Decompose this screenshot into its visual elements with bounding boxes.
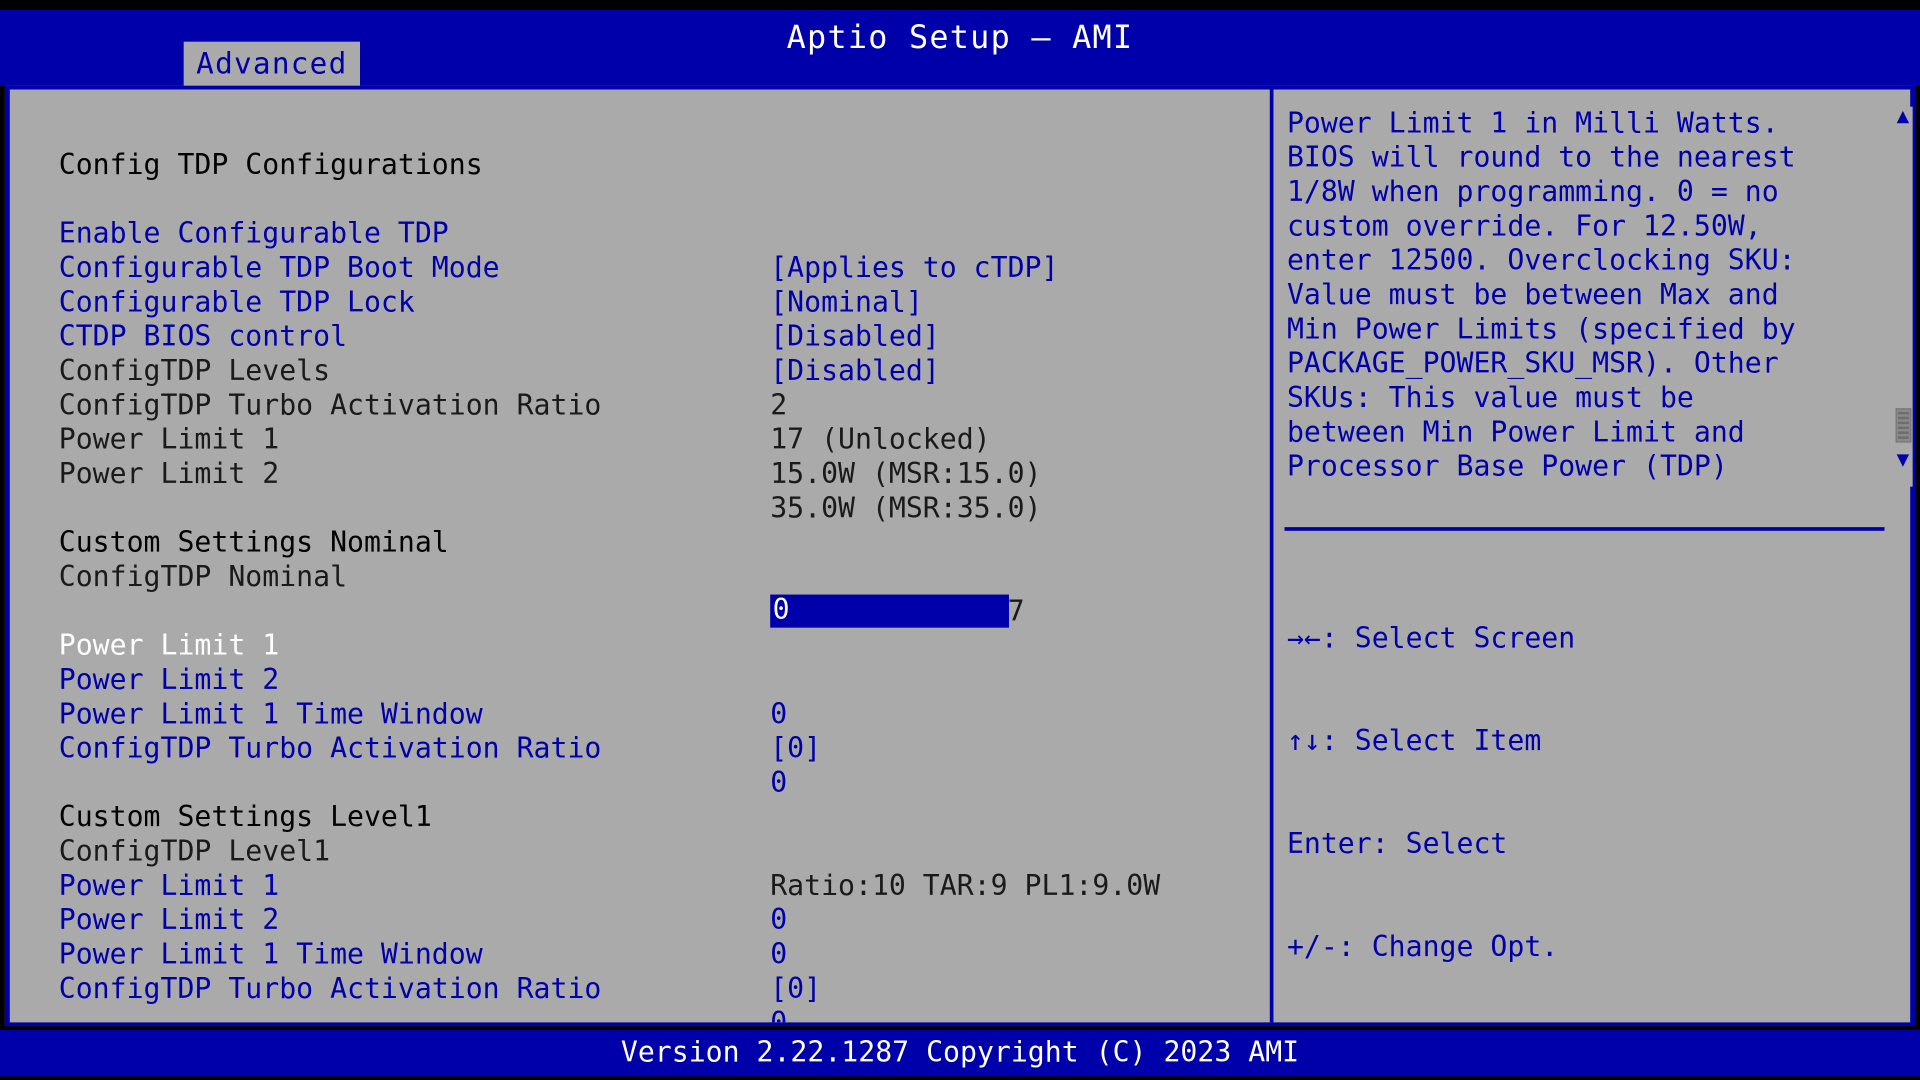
setting-row-power-limit-2-readonly: Power Limit 2 35.0W (MSR:35.0) — [5, 423, 1266, 524]
setting-row-level1-power-limit-1-time-window[interactable]: Power Limit 1 Time Window [0] — [5, 903, 1266, 1005]
group-title-level1: Custom Settings Level1 — [58, 801, 432, 834]
scroll-down-icon[interactable]: ▼ — [1893, 449, 1913, 470]
tab-advanced[interactable]: Advanced — [183, 41, 361, 86]
setting-label: ConfigTDP Turbo Activation Ratio — [58, 973, 602, 1006]
key-legend-enter-select: Enter: Select — [1286, 828, 1508, 861]
scrollbar-thumb[interactable] — [1895, 408, 1912, 443]
setting-value[interactable]: 0 — [770, 1006, 787, 1023]
setting-value[interactable]: [0] — [770, 972, 821, 1006]
setting-label: Power Limit 2 — [58, 458, 280, 491]
setting-row-nominal-power-limit-2[interactable]: Power Limit 2 0 — [5, 629, 1266, 730]
help-text: Power Limit 1 in Milli Watts. BIOS will … — [1286, 107, 1796, 483]
setting-value: 15.0W (MSR:15.0) — [770, 458, 1042, 491]
setting-row-nominal-configtdp-turbo-activation-ratio[interactable]: ConfigTDP Turbo Activation Ratio 0 — [5, 698, 1266, 799]
setting-row-ctdp-bios-control[interactable]: CTDP BIOS control [Disabled] — [5, 286, 1266, 387]
key-legend: →←: Select Screen ↑↓: Select Item Enter:… — [1287, 553, 1899, 1023]
key-legend-select-item: ↑↓: Select Item — [1286, 725, 1542, 758]
setting-row-nominal-power-limit-1-selected[interactable]: Power Limit 1 0 — [5, 594, 1266, 662]
scroll-up-icon[interactable]: ▲ — [1893, 106, 1913, 127]
setting-row-level1-configtdp-turbo-activation-ratio[interactable]: ConfigTDP Turbo Activation Ratio 0 — [5, 938, 1266, 1022]
footer-version: Version 2.22.1287 Copyright (C) 2023 AMI — [0, 1029, 1920, 1077]
setting-row-power-limit-1-readonly: Power Limit 1 15.0W (MSR:15.0) — [5, 389, 1266, 490]
setting-row-configurable-tdp-boot-mode[interactable]: Configurable TDP Boot Mode [Nominal] — [5, 217, 1266, 319]
setting-row-configtdp-levels: ConfigTDP Levels 2 — [5, 320, 1266, 422]
setting-row-level1-power-limit-2[interactable]: Power Limit 2 0 — [5, 869, 1266, 971]
group-title-nominal: Custom Settings Nominal — [58, 527, 449, 560]
key-legend-change-opt: +/-: Change Opt. — [1286, 931, 1559, 964]
power-limit-1-input[interactable]: 0 — [770, 594, 1009, 628]
section-title: Config TDP Configurations — [58, 149, 483, 182]
bios-setup-screen: Aptio Setup – AMI Advanced Config TDP Co… — [0, 0, 1920, 1080]
setting-row-configtdp-nominal: ConfigTDP Nominal Ratio:18 TAR:17 — [5, 526, 1266, 627]
setting-label: ConfigTDP Turbo Activation Ratio — [58, 733, 602, 765]
help-pane: Power Limit 1 in Milli Watts. BIOS will … — [1277, 89, 1915, 1022]
setting-row-level1-power-limit-1[interactable]: Power Limit 1 0 — [5, 835, 1266, 936]
settings-pane: Config TDP Configurations Enable Configu… — [5, 89, 1274, 1023]
setting-row-configtdp-level1: ConfigTDP Level1 Ratio:10 TAR:9 PL1:9.0W — [5, 800, 1266, 902]
setting-row-nominal-power-limit-1-time-window[interactable]: Power Limit 1 Time Window [0] — [5, 663, 1266, 765]
help-divider — [1284, 527, 1885, 531]
key-legend-select-screen: →←: Select Screen — [1286, 622, 1576, 655]
setting-value[interactable]: [0] — [770, 732, 821, 766]
setting-row-enable-configurable-tdp[interactable]: Enable Configurable TDP [Applies to cTDP… — [5, 183, 1266, 284]
setting-row-configurable-tdp-lock[interactable]: Configurable TDP Lock [Disabled] — [5, 251, 1266, 353]
setting-row-configtdp-turbo-activation-ratio: ConfigTDP Turbo Activation Ratio 17 (Unl… — [5, 354, 1266, 456]
setting-row-configtdp-nominal-pl1: PL1:15.0W — [5, 560, 1266, 628]
